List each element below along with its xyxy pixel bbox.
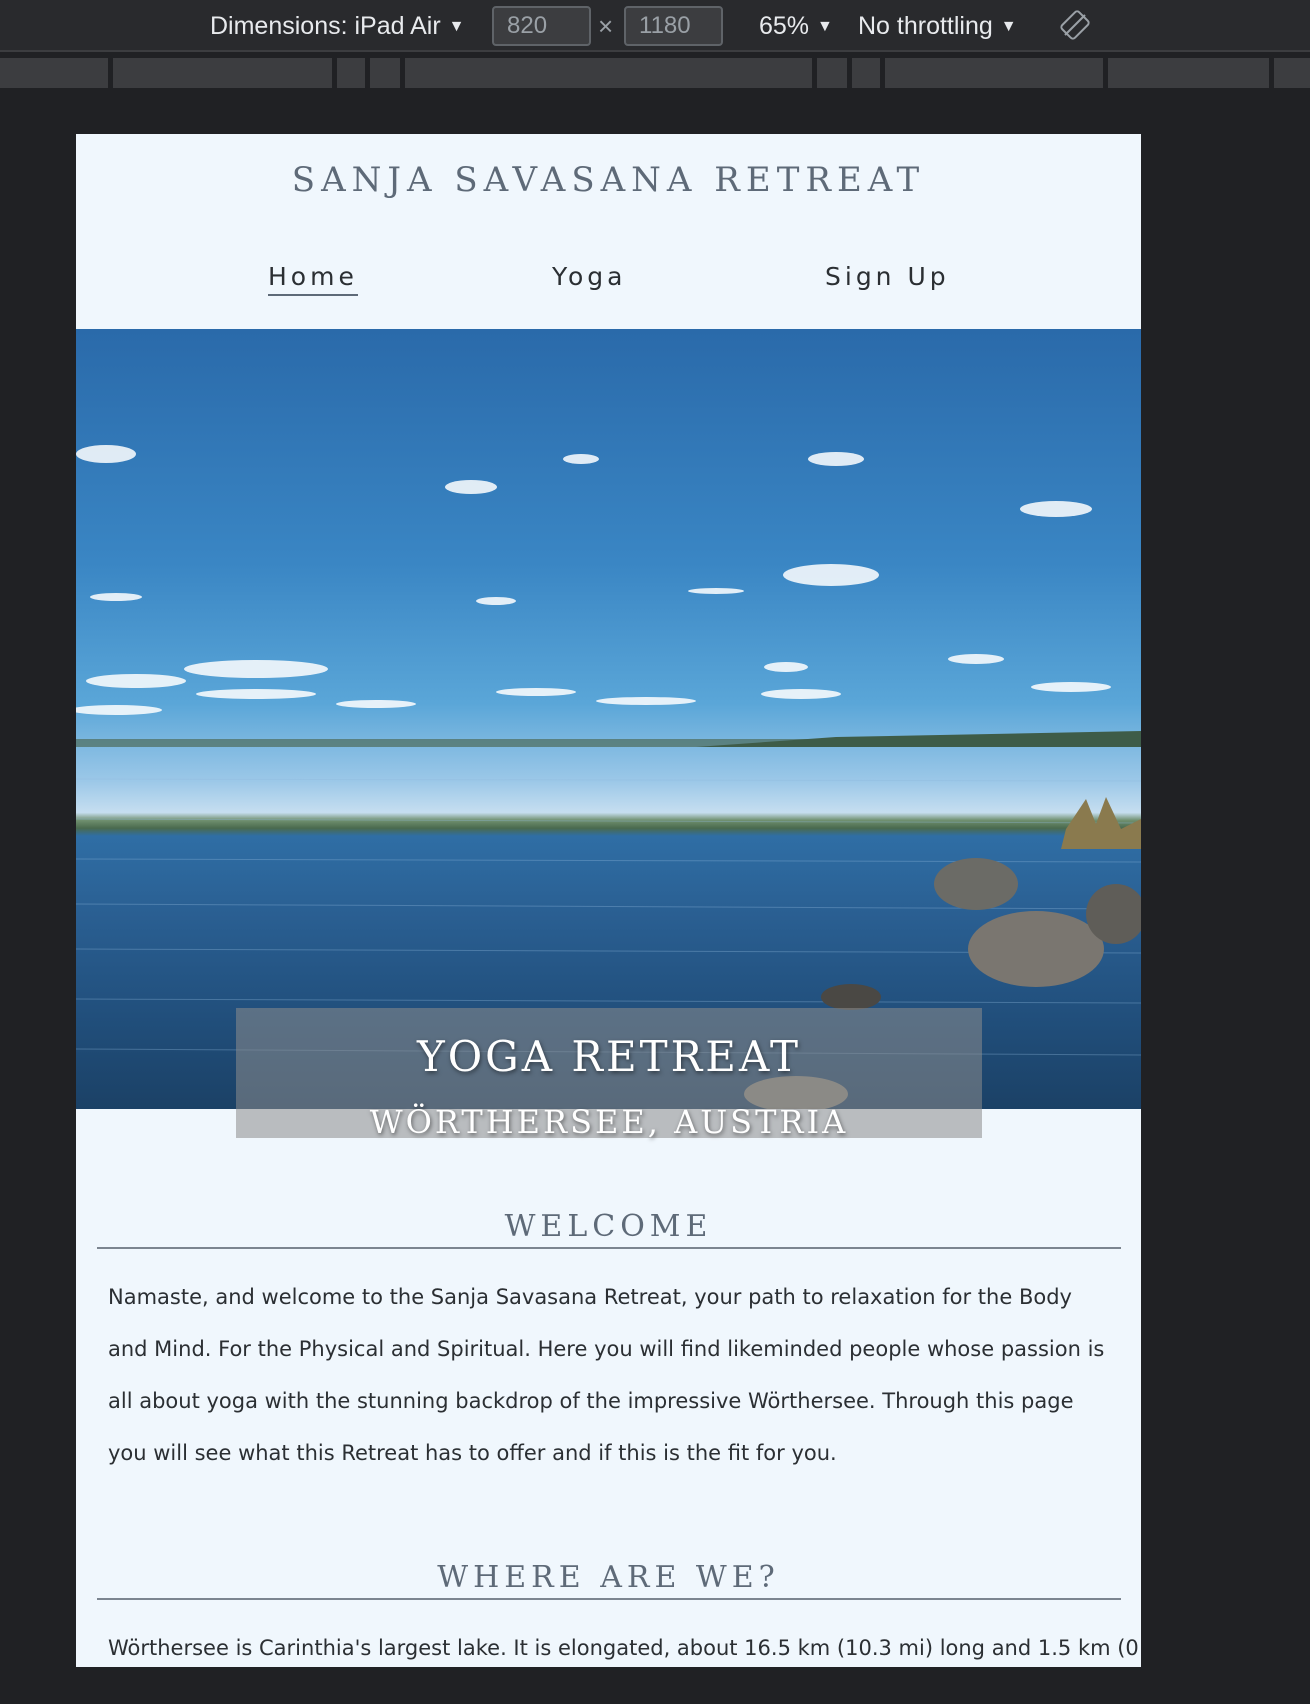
- media-query-segment[interactable]: [885, 58, 1103, 88]
- hero-image: [76, 329, 1141, 1109]
- divider: [97, 1247, 1121, 1249]
- lake-landscape-image: [76, 445, 1141, 1109]
- divider: [97, 1598, 1121, 1600]
- media-query-segment[interactable]: [337, 58, 365, 88]
- hero-banner: YOGA RETREAT WÖRTHERSEE, AUSTRIA: [236, 1008, 982, 1141]
- throttling-dropdown[interactable]: No throttling ▼: [858, 11, 1017, 41]
- main-nav: Home Yoga Sign Up: [76, 262, 1141, 302]
- media-query-segment[interactable]: [405, 58, 812, 88]
- emulated-page: SANJA SAVASANA RETREAT Home Yoga Sign Up: [76, 134, 1141, 1667]
- media-query-segment[interactable]: [113, 58, 332, 88]
- site-title[interactable]: SANJA SAVASANA RETREAT: [76, 160, 1141, 200]
- media-query-bar: [0, 54, 1310, 90]
- nav-home[interactable]: Home: [268, 262, 358, 296]
- media-query-segment[interactable]: [0, 58, 108, 88]
- throttling-label: No throttling: [858, 12, 993, 40]
- zoom-dropdown[interactable]: 65% ▼: [759, 11, 833, 41]
- dimensions-label: Dimensions: iPad Air: [210, 12, 441, 40]
- media-query-segment[interactable]: [1108, 58, 1269, 88]
- times-icon: ×: [598, 11, 614, 41]
- media-query-segment[interactable]: [852, 58, 880, 88]
- height-input[interactable]: 1180: [624, 6, 723, 46]
- hero-subtitle: WÖRTHERSEE, AUSTRIA: [369, 1103, 849, 1141]
- chevron-down-icon: ▼: [817, 18, 833, 35]
- dimensions-dropdown[interactable]: Dimensions: iPad Air ▼: [210, 11, 465, 41]
- media-query-segment[interactable]: [817, 58, 847, 88]
- zoom-label: 65%: [759, 12, 810, 40]
- hero-title: YOGA RETREAT: [416, 1032, 802, 1081]
- where-are-we-text: Wörthersee is Carinthia's largest lake. …: [108, 1636, 1141, 1660]
- chevron-down-icon: ▼: [448, 18, 465, 35]
- nav-sign-up[interactable]: Sign Up: [825, 262, 950, 291]
- media-query-segment[interactable]: [370, 58, 400, 88]
- width-input[interactable]: 820: [492, 6, 591, 46]
- chevron-down-icon: ▼: [1000, 18, 1017, 35]
- welcome-text: Namaste, and welcome to the Sanja Savasa…: [108, 1285, 1105, 1465]
- welcome-heading: WELCOME: [504, 1209, 713, 1244]
- media-query-segment[interactable]: [1274, 58, 1310, 88]
- where-are-we-heading: WHERE ARE WE?: [437, 1560, 780, 1595]
- rotate-icon[interactable]: [1060, 10, 1090, 40]
- nav-yoga[interactable]: Yoga: [552, 262, 626, 291]
- device-toolbar: Dimensions: iPad Air ▼ 820 × 1180 65% ▼ No…: [0, 0, 1310, 52]
